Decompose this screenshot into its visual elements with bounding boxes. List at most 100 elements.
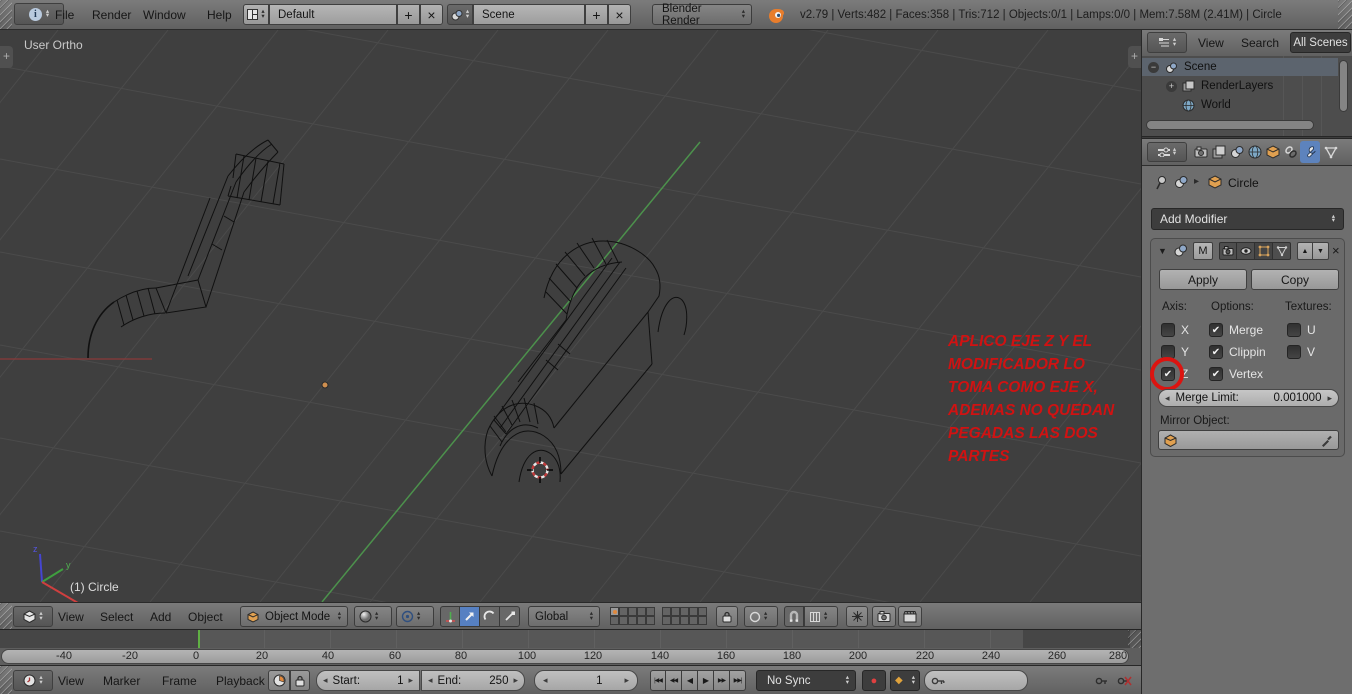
panel-expand-icon[interactable]: ▼ [1158,246,1167,256]
outliner-horizontal-scrollbar[interactable] [1146,120,1314,130]
pin-icon[interactable] [1154,175,1168,190]
scale-manipulator-toggle[interactable] [500,606,520,627]
slider-left-arrow-icon[interactable]: ◂ [323,675,328,686]
scene-name-field[interactable]: Scene [473,4,585,25]
texture-v-checkbox[interactable] [1287,345,1301,359]
modifier-name-field[interactable]: M [1193,242,1213,260]
scene-delete-button[interactable]: × [608,4,631,25]
jump-to-start-button[interactable]: |◀◀ [650,670,666,691]
vertex-checkbox[interactable]: ✔ [1209,367,1223,381]
outliner-row-renderlayers[interactable]: + RenderLayers [1142,77,1338,95]
merge-checkbox[interactable]: ✔ [1209,323,1223,337]
keying-set-dropdown[interactable]: ◆ ▴▾ [890,670,920,691]
texture-u-checkbox[interactable] [1287,323,1301,337]
opengl-render-animation-button[interactable] [898,606,922,627]
outliner-editor-selector[interactable]: ▴▾ [1147,32,1187,53]
sync-mode-dropdown[interactable]: No Sync ▴▾ [756,670,856,691]
pivot-point-dropdown[interactable]: ▴▾ [396,606,434,627]
menu-help[interactable]: Help [207,8,232,22]
viewport-3d[interactable]: z y x User Ortho + + APLICO EJE Z Y EL M… [0,30,1141,602]
object-origin-dot[interactable] [322,382,328,388]
jump-to-end-button[interactable]: ▶▶| [730,670,746,691]
lock-to-scene-toggle[interactable] [716,606,738,627]
current-frame-field[interactable]: ◂ 1 ▸ [534,670,638,691]
slider-left-arrow-icon[interactable]: ◂ [543,675,548,686]
layer-cell[interactable] [619,616,628,625]
region-corner-grip[interactable] [0,603,12,629]
menu-render[interactable]: Render [92,8,131,22]
manipulator-axes-toggle[interactable] [440,606,460,627]
layer-cell[interactable] [628,607,637,616]
collapse-icon[interactable]: − [1148,62,1159,73]
tab-modifiers-active[interactable] [1300,141,1320,163]
tab-world-icon[interactable] [1248,145,1262,159]
transform-orientation-dropdown[interactable]: Global ▴▾ [528,606,600,627]
slider-left-arrow-icon[interactable]: ◂ [428,675,433,686]
tab-render-layers-icon[interactable] [1212,145,1226,159]
region-corner-grip[interactable] [1128,630,1141,648]
properties-editor-selector[interactable]: ▴▾ [1147,142,1187,162]
move-modifier-up-button[interactable]: ▲ [1297,242,1313,260]
tab-constraints-icon[interactable] [1284,145,1298,159]
viewport-shading-dropdown[interactable]: ▴▾ [354,606,392,627]
apply-button[interactable]: Apply [1159,269,1247,290]
clipping-checkbox[interactable]: ✔ [1209,345,1223,359]
insert-keyframes-button[interactable] [1092,672,1112,690]
end-frame-field[interactable]: ◂ End: 250 ▸ [421,670,525,691]
move-modifier-down-button[interactable]: ▼ [1313,242,1329,260]
viewport-visibility-toggle[interactable] [1237,242,1255,260]
show-on-cage-toggle[interactable] [1273,242,1291,260]
viewport-canvas[interactable]: z y x [0,30,1141,602]
view3d-menu-add[interactable]: Add [150,610,171,624]
opengl-render-image-button[interactable] [872,606,896,627]
layout-selector-icon-button[interactable]: ▴▾ [243,4,269,25]
outliner-menu-view[interactable]: View [1198,36,1224,50]
slider-right-arrow-icon[interactable]: ▸ [624,675,629,686]
region-corner-grip[interactable] [0,666,12,694]
tab-object-icon[interactable] [1266,145,1280,159]
layout-add-button[interactable]: + [397,4,420,25]
expand-icon[interactable]: + [1166,81,1177,92]
timeline-ruler[interactable]: -40 -20 0 20 40 60 80 100 120 140 160 18… [0,648,1141,665]
outliner-row-scene[interactable]: − Scene [1142,58,1338,76]
timeline-menu-marker[interactable]: Marker [103,674,140,688]
outliner-row-world[interactable]: World [1142,96,1338,114]
lock-time-cursor-toggle[interactable] [290,670,310,691]
layers-group-1[interactable] [610,607,655,625]
layer-cell[interactable] [662,616,671,625]
delete-modifier-button[interactable]: × [1332,243,1340,258]
snap-element-dropdown[interactable]: ▴▾ [804,606,838,627]
layer-cell[interactable] [637,607,646,616]
mirror-object-field[interactable] [1158,430,1339,450]
outliner-menu-search[interactable]: Search [1241,36,1279,50]
axis-x-checkbox[interactable] [1161,323,1175,337]
manipulator-widget-toggle[interactable] [846,606,868,627]
snap-toggle[interactable] [784,606,804,627]
view3d-editor-selector[interactable]: ▴▾ [13,606,53,627]
proportional-edit-dropdown[interactable]: ▴▾ [744,606,778,627]
layer-cell[interactable] [662,607,671,616]
layer-cell[interactable] [646,616,655,625]
layer-cell[interactable] [698,616,707,625]
region-expand-handle-left[interactable]: + [0,46,13,68]
play-button[interactable]: ▶ [698,670,714,691]
tab-data-icon[interactable] [1324,145,1338,159]
layer-cell[interactable] [689,616,698,625]
slider-right-arrow-icon[interactable]: ▸ [1327,393,1332,404]
rotate-manipulator-toggle[interactable] [480,606,500,627]
layers-group-2[interactable] [662,607,707,625]
slider-left-arrow-icon[interactable]: ◂ [1165,393,1170,404]
ruler-scrollbar[interactable] [1,649,1129,664]
timeline-editor-selector[interactable]: ▴▾ [13,670,53,691]
edit-mode-toggle[interactable] [1255,242,1273,260]
layer-cell[interactable] [619,607,628,616]
layer-cell[interactable] [628,616,637,625]
layer-cell[interactable] [637,616,646,625]
render-visibility-toggle[interactable] [1219,242,1237,260]
mode-dropdown[interactable]: Object Mode ▴▾ [240,606,348,627]
region-expand-handle-right[interactable]: + [1128,46,1141,68]
timeline-menu-frame[interactable]: Frame [162,674,197,688]
active-keying-set-field[interactable] [924,670,1028,691]
3d-cursor[interactable] [527,457,553,483]
wireframe-mesh-left[interactable] [88,140,284,358]
